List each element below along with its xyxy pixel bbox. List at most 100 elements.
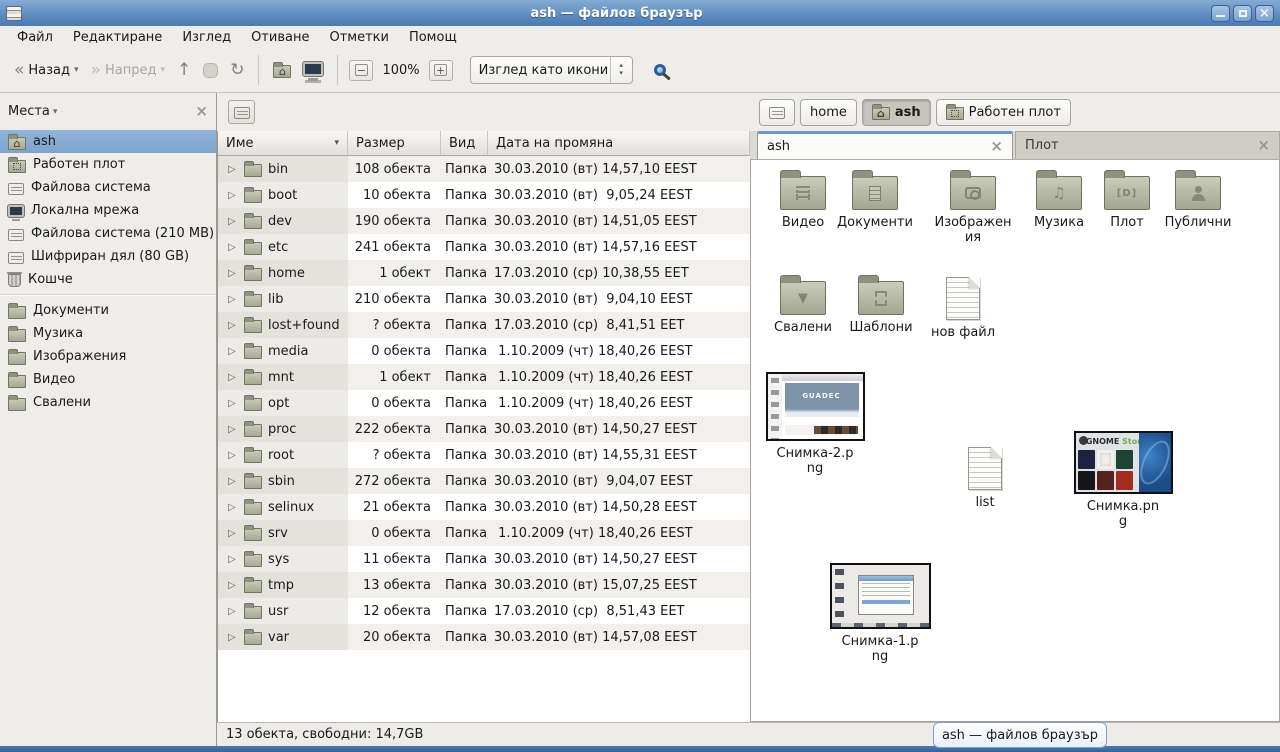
sidebar-pane-selector[interactable]: Места ▾: [8, 104, 195, 119]
column-header[interactable]: Размер: [348, 131, 441, 156]
file-icon-item[interactable]: GUADEC Снимка-2.png: [763, 372, 867, 476]
table-row[interactable]: ▷ srv 0 обекта Папка 1.10.2009 (чт) 18,4…: [218, 520, 750, 546]
sidebar-place-item[interactable]: Изображения: [0, 345, 216, 368]
sidebar-place-item[interactable]: Кошче: [0, 268, 216, 291]
expander-icon[interactable]: ▷: [228, 398, 238, 409]
breadcrumb-button[interactable]: home: [800, 99, 857, 126]
sidebar-place-item[interactable]: Документи: [0, 299, 216, 322]
file-icon-item[interactable]: list: [933, 443, 1037, 510]
expander-icon[interactable]: ▷: [228, 294, 238, 305]
pane-location-button[interactable]: [228, 100, 255, 124]
expander-icon[interactable]: ▷: [228, 242, 238, 253]
file-icon-item[interactable]: Публични: [1146, 168, 1250, 230]
spinner-icon[interactable]: ▴▾: [610, 57, 632, 83]
expander-icon[interactable]: ▷: [228, 372, 238, 383]
breadcrumb-button[interactable]: ash: [862, 99, 931, 126]
expander-icon[interactable]: ▷: [228, 450, 238, 461]
expander-icon[interactable]: ▷: [228, 190, 238, 201]
table-row[interactable]: ▷ tmp 13 обекта Папка 30.03.2010 (вт) 15…: [218, 572, 750, 598]
table-row[interactable]: ▷ etc 241 обекта Папка 30.03.2010 (вт) 1…: [218, 234, 750, 260]
expander-icon[interactable]: ▷: [228, 476, 238, 487]
table-row[interactable]: ▷ bin 108 обекта Папка 30.03.2010 (вт) 1…: [218, 156, 750, 182]
table-row[interactable]: ▷ opt 0 обекта Папка 1.10.2009 (чт) 18,4…: [218, 390, 750, 416]
table-row[interactable]: ▷ root ? обекта Папка 30.03.2010 (вт) 14…: [218, 442, 750, 468]
sidebar-close-button[interactable]: ×: [195, 104, 208, 119]
forward-button[interactable]: » Напред ▾: [85, 57, 171, 84]
expander-icon[interactable]: ▷: [228, 502, 238, 513]
expander-icon[interactable]: ▷: [228, 268, 238, 279]
table-row[interactable]: ▷ selinux 21 обекта Папка 30.03.2010 (вт…: [218, 494, 750, 520]
expander-icon[interactable]: ▷: [228, 606, 238, 617]
table-row[interactable]: ▷ var 20 обекта Папка 30.03.2010 (вт) 14…: [218, 624, 750, 650]
table-row[interactable]: ▷ sys 11 обекта Папка 30.03.2010 (вт) 14…: [218, 546, 750, 572]
back-button[interactable]: « Назад ▾: [8, 57, 85, 84]
expander-icon[interactable]: ▷: [228, 320, 238, 331]
tab-close-icon[interactable]: ×: [990, 139, 1003, 154]
sidebar-place-item[interactable]: Шифриран дял (80 GB): [0, 245, 216, 268]
taskbar-window-button[interactable]: ash — файлов браузър: [933, 722, 1107, 748]
table-row[interactable]: ▷ lost+found ? обекта Папка 17.03.2010 (…: [218, 312, 750, 338]
folder-icon: [244, 398, 262, 411]
table-row[interactable]: ▷ lib 210 обекта Папка 30.03.2010 (вт) 9…: [218, 286, 750, 312]
zoom-out-button[interactable]: −: [349, 60, 373, 81]
breadcrumb-button[interactable]: Работен плот: [936, 99, 1071, 126]
table-row[interactable]: ▷ home 1 обект Папка 17.03.2010 (ср) 10,…: [218, 260, 750, 286]
table-row[interactable]: ▷ media 0 обекта Папка 1.10.2009 (чт) 18…: [218, 338, 750, 364]
expander-icon[interactable]: ▷: [228, 164, 238, 175]
menu-item-Редактиране[interactable]: Редактиране: [64, 28, 171, 47]
table-row[interactable]: ▷ usr 12 обекта Папка 17.03.2010 (ср) 8,…: [218, 598, 750, 624]
computer-button[interactable]: [297, 59, 329, 81]
table-row[interactable]: ▷ sbin 272 обекта Папка 30.03.2010 (вт) …: [218, 468, 750, 494]
expander-icon[interactable]: ▷: [228, 632, 238, 643]
expander-icon[interactable]: ▷: [228, 346, 238, 357]
back-dropdown-icon[interactable]: ▾: [74, 65, 79, 75]
file-icon-item[interactable]: Документи: [823, 168, 927, 230]
sidebar-place-item[interactable]: Файлова система (210 MB): [0, 222, 216, 245]
reload-button[interactable]: ↻: [224, 57, 250, 84]
tab-Плот[interactable]: Плот ×: [1015, 131, 1280, 159]
type-cell: Папка: [441, 572, 488, 598]
up-button[interactable]: ↑: [171, 57, 197, 84]
table-row[interactable]: ▷ dev 190 обекта Папка 30.03.2010 (вт) 1…: [218, 208, 750, 234]
sidebar-place-item[interactable]: ash: [0, 130, 216, 153]
search-button[interactable]: [647, 57, 673, 83]
table-row[interactable]: ▷ proc 222 обекта Папка 30.03.2010 (вт) …: [218, 416, 750, 442]
folder-icon: [780, 176, 826, 210]
expander-icon[interactable]: ▷: [228, 528, 238, 539]
file-icon-item[interactable]: GNOME Store Снимка.png: [1071, 431, 1175, 529]
table-row[interactable]: ▷ mnt 1 обект Папка 1.10.2009 (чт) 18,40…: [218, 364, 750, 390]
sidebar-place-item[interactable]: Свалени: [0, 391, 216, 414]
sidebar-place-item[interactable]: Музика: [0, 322, 216, 345]
expander-icon[interactable]: ▷: [228, 216, 238, 227]
table-row[interactable]: ▷ boot 10 обекта Папка 30.03.2010 (вт) 9…: [218, 182, 750, 208]
expander-icon[interactable]: ▷: [228, 554, 238, 565]
tab-bar: ash × Плот ×: [750, 131, 1280, 160]
menu-item-Изглед[interactable]: Изглед: [173, 28, 240, 47]
stop-button[interactable]: [197, 58, 224, 83]
folder-icon: [244, 554, 262, 567]
column-header[interactable]: Дата на промяна: [488, 131, 750, 156]
file-icon-item[interactable]: Снимка-1.png: [828, 563, 932, 664]
file-icon-item[interactable]: нов файл: [911, 273, 1015, 340]
column-header[interactable]: Вид: [441, 131, 488, 156]
column-header[interactable]: Име ▾: [218, 131, 348, 156]
zoom-in-button[interactable]: +: [429, 60, 453, 81]
maximize-button[interactable]: [1233, 5, 1252, 22]
close-button[interactable]: ×: [1255, 5, 1274, 22]
expander-icon[interactable]: ▷: [228, 424, 238, 435]
sidebar-place-item[interactable]: Видео: [0, 368, 216, 391]
menu-item-Отиване[interactable]: Отиване: [242, 28, 318, 47]
sidebar-place-item[interactable]: Файлова система: [0, 176, 216, 199]
sidebar-place-item[interactable]: Работен плот: [0, 153, 216, 176]
tab-ash[interactable]: ash ×: [757, 131, 1013, 159]
tab-close-icon[interactable]: ×: [1257, 138, 1270, 153]
minimize-button[interactable]: [1211, 5, 1230, 22]
sidebar-place-item[interactable]: Локална мрежа: [0, 199, 216, 222]
menu-item-Помощ[interactable]: Помощ: [400, 28, 466, 47]
breadcrumb-button[interactable]: [759, 99, 795, 126]
menu-item-Файл[interactable]: Файл: [8, 28, 62, 47]
view-mode-select[interactable]: Изглед като икони ▴▾: [470, 56, 633, 84]
home-button[interactable]: [267, 57, 297, 83]
menu-item-Отметки[interactable]: Отметки: [320, 28, 397, 47]
expander-icon[interactable]: ▷: [228, 580, 238, 591]
